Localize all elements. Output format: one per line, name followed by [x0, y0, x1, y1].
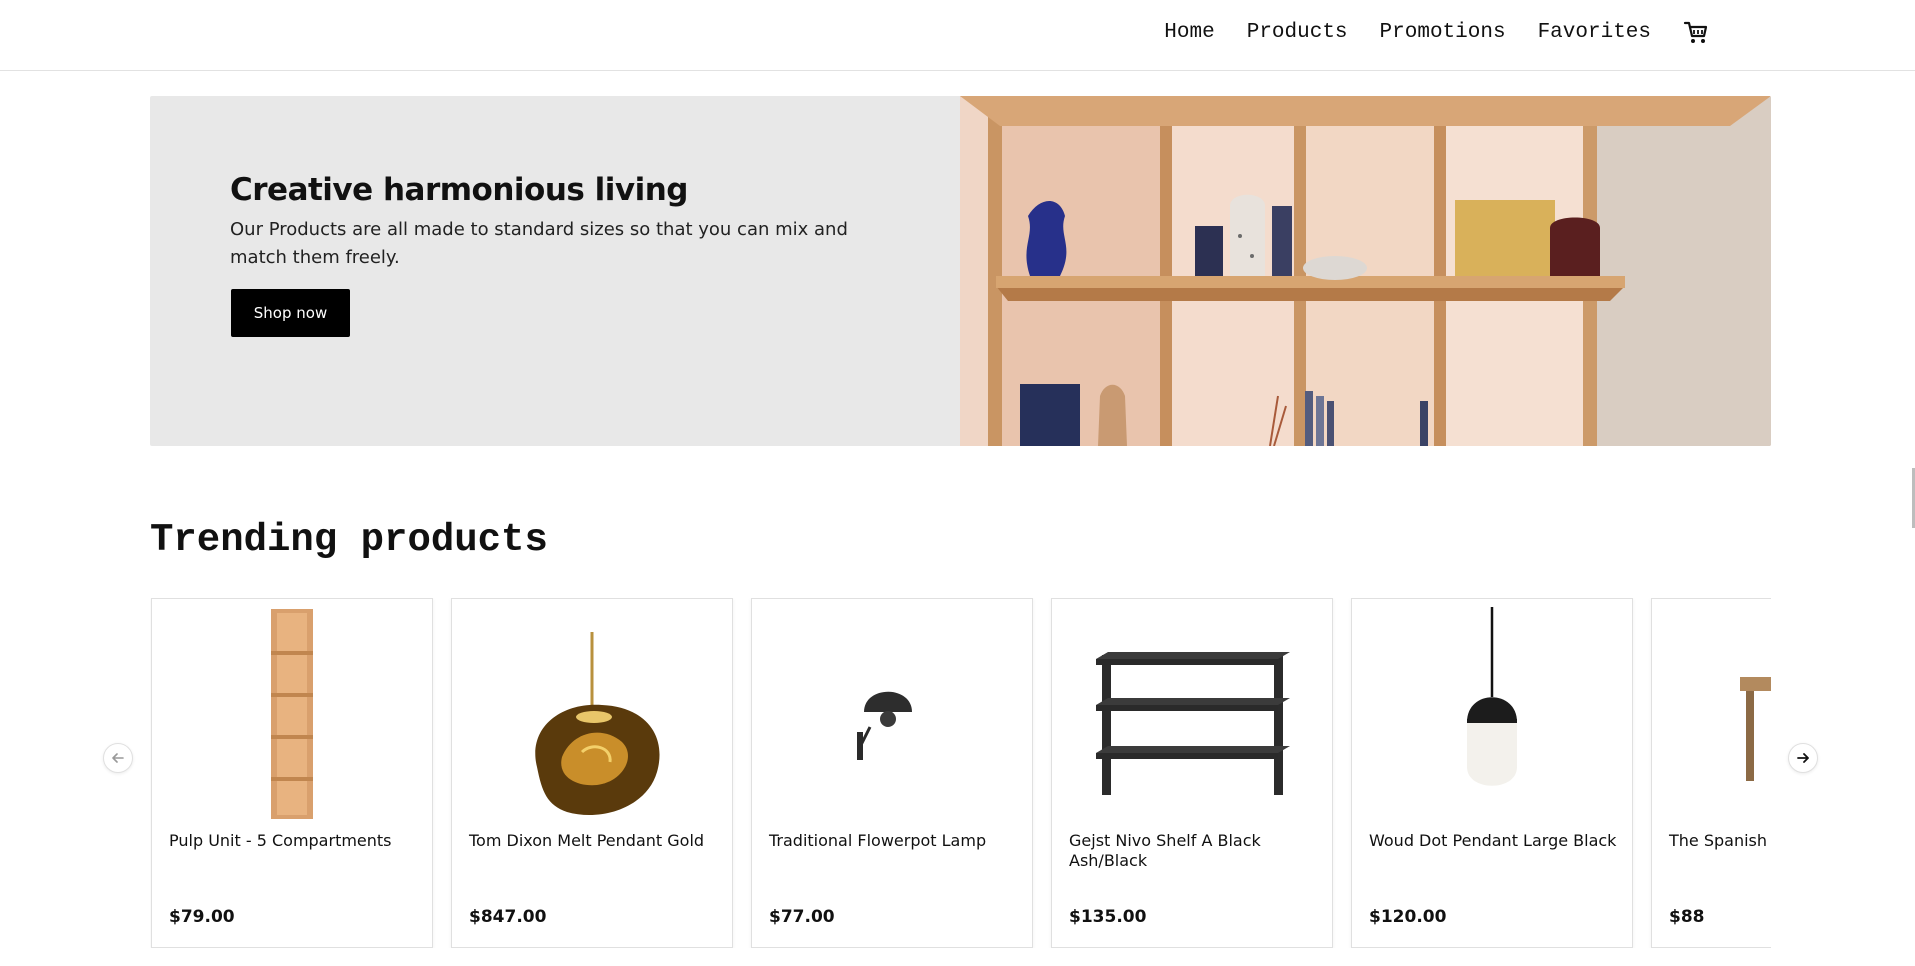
products-carousel: Pulp Unit - 5 Compartments $79.00 Tom Di…: [150, 598, 1771, 948]
product-price: $88: [1669, 907, 1705, 927]
nav-favorites[interactable]: Favorites: [1538, 18, 1651, 48]
product-image: [152, 607, 432, 823]
product-card[interactable]: The Spanish Chair Oak/Natural $88: [1651, 598, 1771, 948]
product-card[interactable]: Woud Dot Pendant Large Black $120.00: [1351, 598, 1633, 948]
product-name: Woud Dot Pendant Large Black: [1369, 831, 1617, 850]
hero-title: Creative harmonious living: [230, 172, 688, 208]
product-card[interactable]: Traditional Flowerpot Lamp $77.00: [751, 598, 1033, 948]
product-price: $77.00: [769, 907, 835, 927]
arrow-right-icon[interactable]: [1788, 743, 1818, 773]
shop-now-button[interactable]: Shop now: [231, 289, 350, 337]
nav-products[interactable]: Products: [1247, 18, 1348, 48]
product-name: The Spanish Chair Oak/Natural: [1669, 831, 1771, 850]
product-price: $847.00: [469, 907, 547, 927]
product-image: [1652, 607, 1771, 823]
product-image: [452, 607, 732, 823]
product-name: Traditional Flowerpot Lamp: [769, 831, 987, 850]
site-header: Home Products Promotions Favorites: [0, 0, 1915, 71]
product-card[interactable]: Pulp Unit - 5 Compartments $79.00: [151, 598, 433, 948]
trending-title: Trending products: [150, 518, 548, 562]
product-card[interactable]: Gejst Nivo Shelf A Black Ash/Black $135.…: [1051, 598, 1333, 948]
hero-banner: Creative harmonious living Our Products …: [150, 96, 1771, 446]
product-image: [1052, 607, 1332, 823]
product-name: Tom Dixon Melt Pendant Gold: [469, 831, 705, 850]
product-card[interactable]: Tom Dixon Melt Pendant Gold $847.00: [451, 598, 733, 948]
product-price: $79.00: [169, 907, 235, 927]
hero-shelf-image: [960, 96, 1771, 446]
cart-icon[interactable]: [1683, 20, 1709, 46]
hero-text: Creative harmonious living Our Products …: [230, 172, 870, 272]
nav-promotions[interactable]: Promotions: [1380, 18, 1506, 48]
product-image: [1352, 607, 1632, 823]
main-nav: Home Products Promotions Favorites: [1132, 18, 1709, 48]
nav-home[interactable]: Home: [1164, 18, 1214, 48]
product-image: [752, 607, 1032, 823]
product-name: Gejst Nivo Shelf A Black Ash/Black: [1069, 831, 1261, 870]
product-price: $120.00: [1369, 907, 1447, 927]
product-price: $135.00: [1069, 907, 1147, 927]
arrow-left-icon[interactable]: [103, 743, 133, 773]
hero-subtitle: Our Products are all made to standard si…: [230, 219, 848, 268]
product-name: Pulp Unit - 5 Compartments: [169, 831, 392, 850]
